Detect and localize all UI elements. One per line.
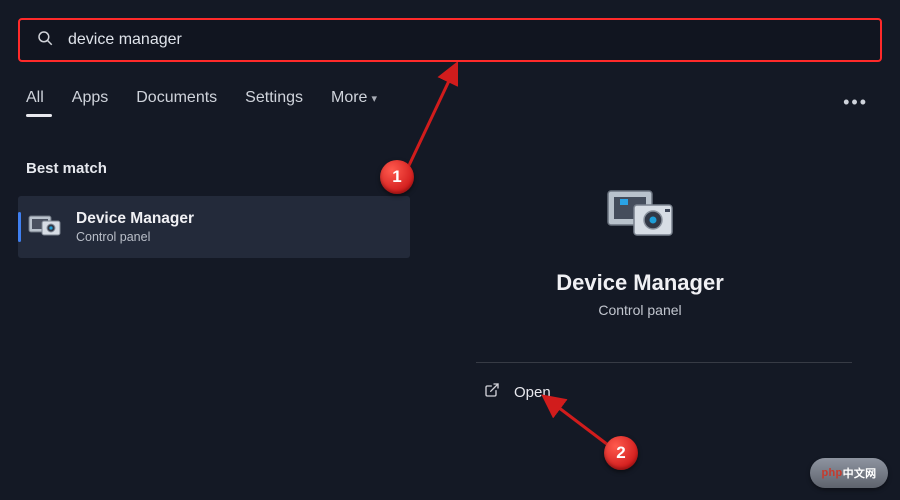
open-button[interactable]: Open: [484, 382, 551, 402]
search-bar[interactable]: [18, 18, 882, 62]
tab-more[interactable]: More ▾: [331, 89, 377, 117]
detail-title: Device Manager: [460, 270, 820, 296]
watermark-right: 中文网: [843, 465, 877, 481]
result-subtitle: Control panel: [76, 230, 194, 244]
tab-apps[interactable]: Apps: [72, 89, 108, 117]
result-title: Device Manager: [76, 210, 194, 228]
annotation-step-1: 1: [380, 160, 414, 194]
filter-tabs: All Apps Documents Settings More ▾ •••: [26, 88, 874, 117]
search-input[interactable]: [68, 31, 864, 49]
annotation-step-2: 2: [604, 436, 638, 470]
tab-more-label: More: [331, 89, 367, 106]
chevron-down-icon: ▾: [371, 93, 377, 105]
device-manager-icon: [604, 178, 676, 250]
tab-all[interactable]: All: [26, 89, 44, 117]
search-icon: [36, 29, 54, 52]
detail-subtitle: Control panel: [460, 302, 820, 318]
watermark-left: php: [822, 467, 843, 479]
tab-settings[interactable]: Settings: [245, 89, 303, 117]
watermark: php中文网: [810, 458, 888, 488]
tab-documents[interactable]: Documents: [136, 89, 217, 117]
result-device-manager[interactable]: Device Manager Control panel: [18, 196, 410, 258]
section-best-match: Best match: [26, 160, 107, 177]
open-label: Open: [514, 384, 551, 401]
detail-panel: Device Manager Control panel: [460, 178, 820, 318]
divider: [476, 362, 852, 363]
result-text: Device Manager Control panel: [76, 210, 194, 244]
annotation-arrow-2: [540, 392, 690, 472]
open-external-icon: [484, 382, 500, 402]
annotation-arrow-1: [238, 62, 458, 192]
overflow-menu-button[interactable]: •••: [837, 88, 874, 117]
device-manager-icon: [28, 212, 62, 242]
